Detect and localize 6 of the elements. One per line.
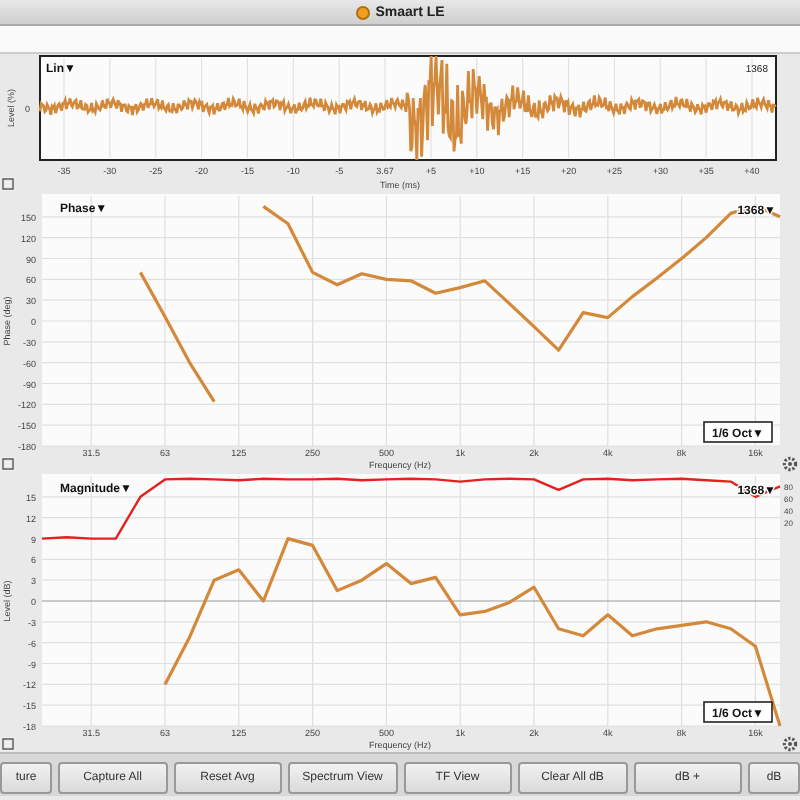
app-logo-icon [355, 5, 370, 19]
panel-toggle-icon[interactable] [2, 458, 14, 470]
panel-toggle-icon[interactable] [2, 178, 14, 190]
settings-icon[interactable] [782, 736, 798, 752]
panel-toggle-icon[interactable] [2, 738, 14, 750]
settings-icon[interactable] [782, 456, 798, 472]
